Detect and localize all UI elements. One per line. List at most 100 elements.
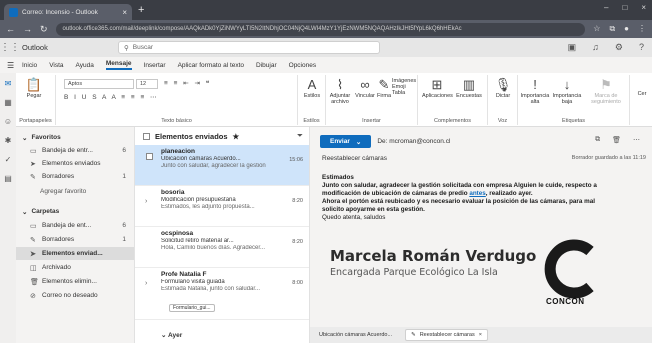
- table-button[interactable]: Tabla: [392, 90, 418, 96]
- paste-button[interactable]: 📋 Pegar: [20, 77, 48, 99]
- low-importance-button[interactable]: ↓ Importancia baja: [552, 77, 582, 105]
- body-link[interactable]: antes: [469, 190, 485, 197]
- folder-fav-inbox[interactable]: ▭ Bandeja de entr... 6: [16, 144, 134, 157]
- extensions-icon[interactable]: ⧉: [609, 24, 615, 34]
- text-formatting-icons[interactable]: B I U S A A ≡ ≡ ≡ ⋯: [64, 93, 159, 101]
- menu-icon[interactable]: ⋮: [638, 24, 646, 34]
- body-line: Junto con saludar, agradecer la gestión …: [322, 182, 597, 189]
- polls-button[interactable]: ▥ Encuestas: [454, 77, 484, 99]
- font-name-select[interactable]: Aptos: [64, 79, 134, 89]
- chevron-right-icon[interactable]: ›: [145, 280, 147, 287]
- forward-icon[interactable]: →: [23, 24, 32, 34]
- close-window-button[interactable]: ×: [641, 3, 646, 12]
- select-all-checkbox[interactable]: [143, 132, 150, 140]
- inbox-icon: ▭: [30, 147, 37, 155]
- tab-opciones[interactable]: Opciones: [289, 62, 316, 69]
- signature-button[interactable]: ✎ Firma: [376, 77, 392, 99]
- help-icon[interactable]: ?: [639, 42, 644, 53]
- hamburger-icon[interactable]: ☰: [7, 61, 14, 70]
- apps-button[interactable]: ⊞ Aplicaciones: [422, 77, 453, 99]
- apps-icon[interactable]: ▤: [4, 174, 12, 183]
- tab-dibujar[interactable]: Dibujar: [256, 62, 277, 69]
- font-label: Texto básico: [161, 118, 192, 124]
- folder-deleted[interactable]: 🗑 Elementos elimin...: [16, 275, 134, 288]
- folder-junk[interactable]: ⊘ Correo no deseado: [16, 289, 134, 302]
- folder-pane: ⌄ Favoritos ▭ Bandeja de entr... 6 ➤ Ele…: [16, 127, 134, 343]
- tab-vista[interactable]: Vista: [49, 62, 63, 69]
- tab-formato[interactable]: Aplicar formato al texto: [178, 62, 244, 69]
- attachment-chip[interactable]: Formulario_gui...: [169, 304, 215, 312]
- subject-field[interactable]: Reestablecer cámaras: [322, 155, 387, 162]
- message-item[interactable]: ocspinosa Solicitud retiro material ar..…: [135, 227, 309, 268]
- tab-mensaje[interactable]: Mensaje: [105, 60, 132, 70]
- message-item[interactable]: › bosoria Modificación presupuestaria Es…: [135, 186, 309, 227]
- follow-up-button[interactable]: ⚑ Marca de seguimiento: [584, 77, 628, 105]
- folder-fav-drafts[interactable]: ✎ Borradores 1: [16, 170, 134, 183]
- close-icon[interactable]: ×: [479, 332, 482, 338]
- favorites-header[interactable]: ⌄ Favoritos: [16, 131, 134, 144]
- calendar-icon[interactable]: ▦: [4, 98, 12, 107]
- chevron-right-icon[interactable]: ›: [145, 198, 147, 205]
- message-checkbox[interactable]: [146, 153, 153, 160]
- popout-icon[interactable]: ⧉: [595, 136, 600, 144]
- tab-insertar[interactable]: Insertar: [144, 62, 166, 69]
- star-icon[interactable]: ★: [233, 132, 240, 141]
- link-button[interactable]: ∞ Vincular: [354, 77, 376, 99]
- meet-icon[interactable]: ▣: [568, 42, 577, 53]
- tab-close-icon[interactable]: ×: [122, 8, 127, 17]
- add-favorite-link[interactable]: Agregar favorito: [16, 185, 134, 198]
- font-size-select[interactable]: 12: [136, 79, 158, 89]
- star-icon[interactable]: ☆: [593, 24, 600, 34]
- message-item[interactable]: planeacion Ubicación cámaras Acuerdo... …: [135, 145, 309, 186]
- notifications-icon[interactable]: ♫: [592, 42, 599, 53]
- mail-icon[interactable]: ✉: [5, 79, 12, 88]
- draft-tab-active[interactable]: ✎ Reestablecer cámaras ×: [405, 329, 488, 341]
- folders-header[interactable]: ⌄ Carpetas: [16, 205, 134, 218]
- folder-inbox[interactable]: ▭ Bandeja de ent... 6: [16, 219, 134, 232]
- folder-sent[interactable]: ➤ Elementos enviad...: [16, 247, 134, 260]
- discard-icon[interactable]: 🗑: [612, 136, 621, 144]
- draft-tab[interactable]: Ubicación cámaras Acuerdo...: [314, 329, 397, 341]
- insert-group: ⌇ Adjuntar archivo ∞ Vincular ✎ Firma Im…: [326, 75, 418, 125]
- browser-tab[interactable]: Correo: Incensio - Outlook ×: [4, 4, 132, 20]
- message-subject: Ubicación cámaras Acuerdo...: [161, 156, 241, 162]
- message-body[interactable]: Estimados Junto con saludar, agradecer l…: [322, 174, 644, 222]
- app-launcher-icon[interactable]: ⋮⋮: [0, 42, 20, 53]
- dictate-button[interactable]: 🎙 Dictar: [491, 77, 515, 99]
- from-field[interactable]: De: mcroman@concon.cl: [377, 138, 450, 145]
- paperclip-icon: ⌇: [336, 77, 344, 92]
- reload-icon[interactable]: ↻: [40, 24, 48, 35]
- tab-inicio[interactable]: Inicio: [22, 62, 37, 69]
- url-bar[interactable]: outlook.office365.com/mail/deeplink/comp…: [55, 22, 586, 36]
- new-tab-button[interactable]: +: [138, 4, 144, 16]
- attach-label: Adjuntar archivo: [329, 93, 351, 106]
- folder-fav-sent[interactable]: ➤ Elementos enviados: [16, 157, 134, 170]
- back-icon[interactable]: ←: [6, 24, 15, 34]
- todo-icon[interactable]: ✓: [5, 155, 12, 164]
- message-preview: Hola, Camilo buenos días. Agradecer...: [161, 245, 266, 251]
- folder-drafts[interactable]: ✎ Borradores 1: [16, 233, 134, 246]
- group-header-yesterday[interactable]: ⌄ Ayer: [135, 331, 309, 343]
- junk-icon: ⊘: [30, 292, 36, 300]
- minimize-button[interactable]: –: [604, 3, 608, 12]
- profile-icon[interactable]: ●: [624, 24, 629, 34]
- draft-tab-label: Ubicación cámaras Acuerdo...: [319, 332, 393, 338]
- attach-button[interactable]: ⌇ Adjuntar archivo: [328, 77, 352, 105]
- people-icon[interactable]: ☺: [4, 117, 12, 126]
- maximize-button[interactable]: □: [622, 3, 627, 12]
- settings-icon[interactable]: ⚙: [615, 42, 623, 53]
- filter-icon[interactable]: ⏷: [297, 131, 303, 141]
- tab-ayuda[interactable]: Ayuda: [76, 62, 94, 69]
- message-item[interactable]: › Profe Natalia F Formulario visita guia…: [135, 268, 309, 320]
- high-importance-button[interactable]: ! Importancia alta: [520, 77, 550, 105]
- more-icon[interactable]: ⋯: [633, 136, 640, 144]
- chevron-down-icon[interactable]: ⌄: [356, 138, 361, 146]
- more-ribbon[interactable]: Cer: [634, 91, 650, 97]
- styles-button[interactable]: A Estilos: [301, 77, 323, 99]
- send-button[interactable]: Enviar ⌄: [320, 135, 372, 148]
- list-formatting-icons[interactable]: ≡ ≡ ⇤ ⇥ ❝: [164, 79, 211, 87]
- message-time: 8:20: [292, 239, 303, 245]
- search-box[interactable]: ⚲ Buscar: [118, 41, 380, 54]
- groups-icon[interactable]: ✱: [5, 136, 12, 145]
- folder-archive[interactable]: ◫ Archivado: [16, 261, 134, 274]
